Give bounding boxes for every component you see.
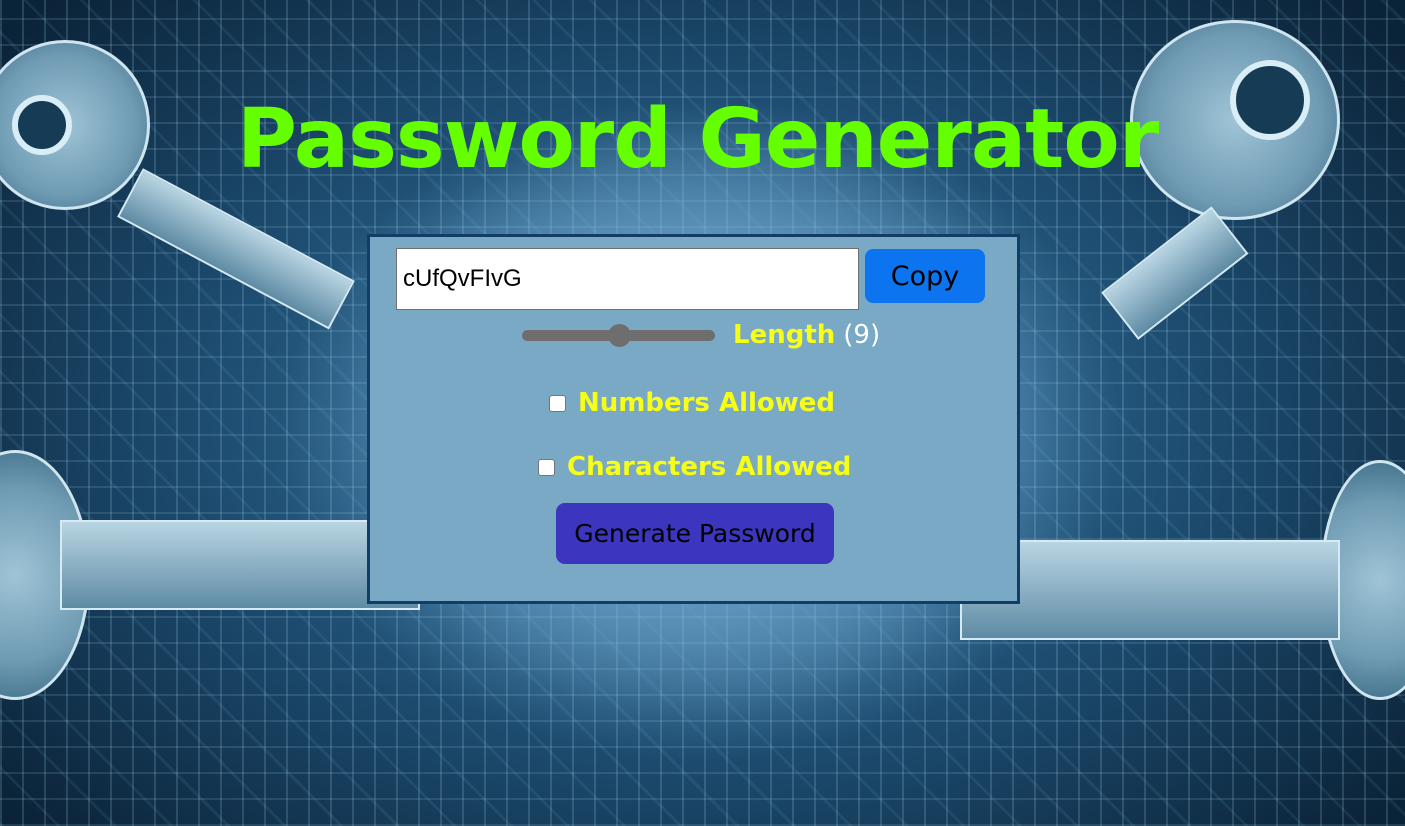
length-slider[interactable]: [522, 324, 715, 347]
numbers-checkbox[interactable]: [549, 394, 566, 412]
characters-label[interactable]: Characters Allowed: [567, 452, 851, 482]
password-field[interactable]: cUfQvFIvG: [396, 248, 859, 310]
characters-option[interactable]: Characters Allowed: [538, 449, 851, 485]
numbers-label[interactable]: Numbers Allowed: [578, 388, 835, 418]
generator-panel: cUfQvFIvG Copy Length (9) Numbers Allowe…: [367, 234, 1020, 604]
numbers-option[interactable]: Numbers Allowed: [549, 385, 835, 421]
length-slider-thumb[interactable]: [607, 324, 631, 347]
generate-password-button[interactable]: Generate Password: [556, 503, 834, 564]
length-label: Length: [733, 320, 836, 350]
page-title: Password Generator: [236, 92, 1159, 187]
copy-button[interactable]: Copy: [865, 249, 985, 303]
characters-checkbox[interactable]: [538, 458, 555, 476]
length-readout: Length (9): [733, 317, 880, 353]
length-value: (9): [843, 320, 881, 350]
